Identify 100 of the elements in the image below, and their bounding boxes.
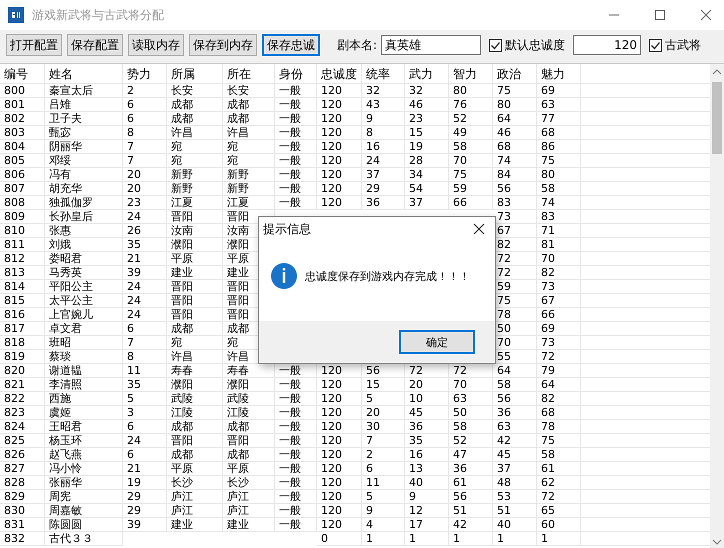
column-header[interactable]: 编号 bbox=[0, 64, 45, 84]
table-cell: 宛 bbox=[171, 154, 182, 167]
table-cell: 52 bbox=[453, 112, 467, 125]
table-cell: 65 bbox=[541, 504, 555, 517]
table-cell: 61 bbox=[453, 476, 467, 489]
table-cell: 一般 bbox=[279, 140, 301, 153]
table-cell: 15 bbox=[366, 378, 380, 391]
column-header[interactable]: 身份 bbox=[275, 64, 317, 84]
column-header[interactable]: 所属 bbox=[167, 64, 223, 84]
table-cell: 13 bbox=[409, 462, 423, 475]
table-cell: 120 bbox=[321, 126, 342, 139]
close-icon[interactable] bbox=[473, 223, 485, 235]
table-cell: 19 bbox=[409, 140, 423, 153]
table-cell: 1 bbox=[497, 532, 504, 545]
script-name-field[interactable]: 真英雄 bbox=[381, 35, 482, 55]
table-cell: 17 bbox=[409, 518, 423, 531]
table-cell: 一般 bbox=[279, 504, 301, 517]
table-cell: 濮阳 bbox=[171, 378, 193, 391]
table-cell: 建业 bbox=[227, 518, 249, 531]
ok-button[interactable]: 确定 bbox=[399, 330, 475, 354]
table-cell: 建业 bbox=[171, 266, 193, 279]
table-cell: 832 bbox=[4, 532, 25, 545]
checkbox-icon[interactable] bbox=[649, 38, 662, 52]
table-cell: 成都 bbox=[171, 420, 193, 433]
table-cell: 一般 bbox=[279, 126, 301, 139]
table-cell: 一般 bbox=[279, 518, 301, 531]
table-cell: 73 bbox=[497, 210, 511, 223]
table-cell: 52 bbox=[453, 434, 467, 447]
table-cell: 平阳公主 bbox=[49, 280, 93, 293]
table-cell: 23 bbox=[409, 112, 423, 125]
table-cell: 29 bbox=[127, 490, 141, 503]
maximize-icon[interactable] bbox=[654, 9, 666, 21]
table-cell: 11 bbox=[127, 364, 141, 377]
vertical-scrollbar[interactable] bbox=[710, 64, 724, 548]
column-header[interactable]: 势力 bbox=[123, 64, 167, 84]
table-cell: 819 bbox=[4, 350, 25, 363]
table-cell: 120 bbox=[321, 112, 342, 125]
table-cell: 1 bbox=[409, 532, 416, 545]
table-cell: 39 bbox=[127, 266, 141, 279]
table-cell: 120 bbox=[321, 196, 342, 209]
table-cell: 75 bbox=[541, 434, 555, 447]
table-cell: 2 bbox=[366, 448, 373, 461]
script-name-label: 剧本名: bbox=[337, 36, 378, 54]
column-header[interactable]: 武力 bbox=[405, 64, 449, 84]
table-cell: 80 bbox=[453, 84, 467, 97]
table-cell: 古代３３ bbox=[49, 532, 93, 545]
table-cell: 810 bbox=[4, 224, 25, 237]
loyalty-checkbox[interactable]: 默认忠诚度 bbox=[489, 36, 566, 54]
ancient-general-checkbox[interactable]: 古武将 bbox=[649, 36, 702, 54]
table-cell: 一般 bbox=[279, 364, 301, 377]
table-cell: 陈圆圆 bbox=[49, 518, 82, 531]
column-header[interactable]: 政治 bbox=[493, 64, 537, 84]
table-cell: 20 bbox=[366, 406, 380, 419]
table-cell: 46 bbox=[409, 98, 423, 111]
toolbar-button[interactable]: 打开配置 bbox=[6, 34, 62, 56]
table-cell: 823 bbox=[4, 406, 25, 419]
table-cell: 83 bbox=[497, 196, 511, 209]
table-cell: 29 bbox=[127, 504, 141, 517]
table-cell: 58 bbox=[541, 448, 555, 461]
table-cell: 817 bbox=[4, 322, 25, 335]
loyalty-value-field[interactable]: 120 bbox=[573, 35, 642, 55]
column-header[interactable]: 姓名 bbox=[45, 64, 123, 84]
table-cell: 晋阳 bbox=[227, 308, 249, 321]
table-cell: 吕雉 bbox=[49, 98, 71, 111]
table-cell: 武陵 bbox=[171, 392, 193, 405]
table-cell: 江陵 bbox=[227, 406, 249, 419]
table-cell: 75 bbox=[497, 84, 511, 97]
table-cell: 809 bbox=[4, 210, 25, 223]
table-cell: 宛 bbox=[227, 336, 238, 349]
table-cell: 成都 bbox=[171, 448, 193, 461]
table-cell: 6 bbox=[127, 448, 134, 461]
table-cell: 邓绥 bbox=[49, 154, 71, 167]
table-cell: 58 bbox=[453, 420, 467, 433]
toolbar-button[interactable]: 保存到内存 bbox=[189, 34, 257, 56]
table-cell: 58 bbox=[453, 140, 467, 153]
table-cell: 51 bbox=[453, 504, 467, 517]
toolbar-button[interactable]: 读取内存 bbox=[128, 34, 184, 56]
column-header[interactable]: 忠诚度 bbox=[317, 64, 362, 84]
table-cell: 晋阳 bbox=[227, 280, 249, 293]
table-cell: 120 bbox=[321, 420, 342, 433]
column-header[interactable]: 智力 bbox=[449, 64, 493, 84]
table-cell: 濮阳 bbox=[227, 378, 249, 391]
column-header[interactable]: 统率 bbox=[362, 64, 405, 84]
table-cell: 75 bbox=[453, 168, 467, 181]
column-header[interactable]: 所在 bbox=[223, 64, 275, 84]
table-cell: 平原 bbox=[171, 252, 193, 265]
table-cell: 74 bbox=[497, 154, 511, 167]
table-cell: 许昌 bbox=[171, 126, 193, 139]
column-header[interactable]: 魅力 bbox=[537, 64, 581, 84]
toolbar-button[interactable]: 保存配置 bbox=[67, 34, 123, 56]
table-cell: 一般 bbox=[279, 378, 301, 391]
table-cell: 卓文君 bbox=[49, 322, 82, 335]
table-cell: 67 bbox=[497, 224, 511, 237]
table-cell: 47 bbox=[453, 448, 467, 461]
toolbar-button[interactable]: 保存忠诚 bbox=[262, 34, 320, 56]
table-cell: 86 bbox=[541, 140, 555, 153]
table-cell: 807 bbox=[4, 182, 25, 195]
table-cell: 蔡琰 bbox=[49, 350, 71, 363]
table-cell: 24 bbox=[127, 210, 141, 223]
checkbox-icon[interactable] bbox=[489, 38, 502, 52]
